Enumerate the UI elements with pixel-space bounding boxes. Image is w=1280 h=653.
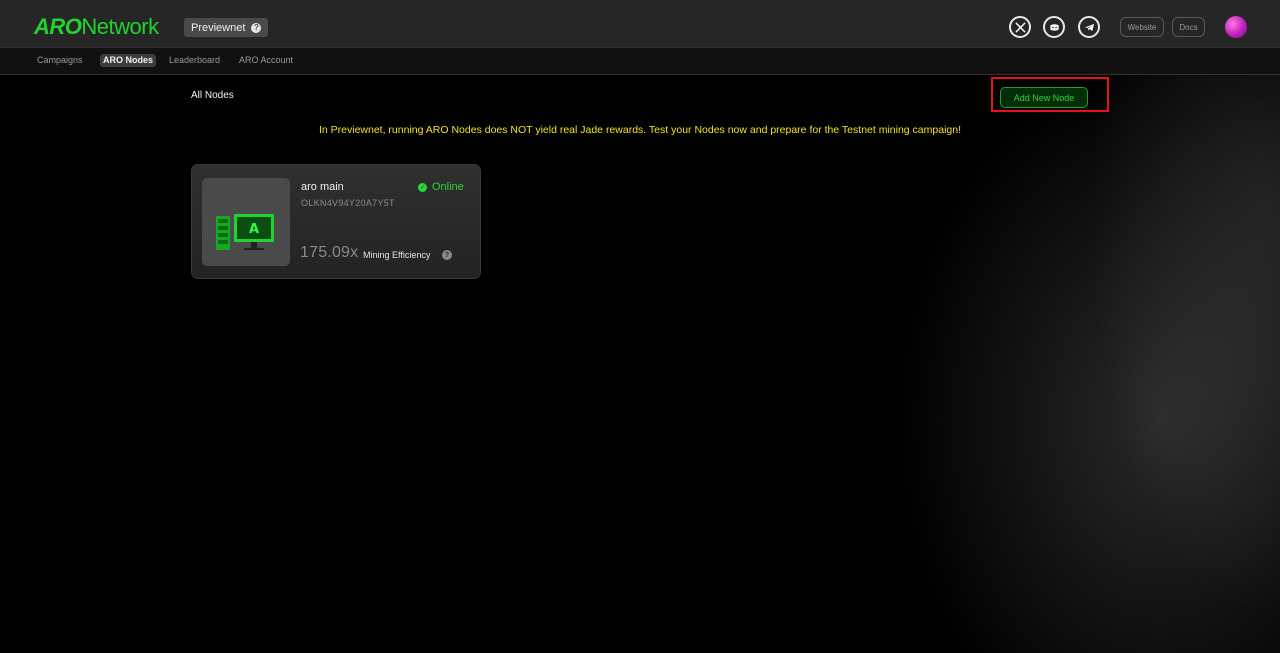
docs-button[interactable]: Docs: [1172, 17, 1205, 37]
website-button[interactable]: Website: [1120, 17, 1164, 37]
telegram-icon[interactable]: [1078, 16, 1100, 38]
logo-network: Network: [81, 14, 159, 39]
page-title: All Nodes: [191, 90, 234, 101]
node-status: ✓ Online: [418, 181, 464, 193]
info-icon[interactable]: ?: [442, 250, 452, 260]
tab-leaderboard[interactable]: Leaderboard: [166, 54, 223, 67]
sub-nav: Campaigns ARO Nodes Leaderboard ARO Acco…: [0, 48, 1280, 75]
help-icon: ?: [251, 22, 262, 33]
node-computer-icon: A: [216, 214, 274, 250]
env-badge[interactable]: Previewnet ?: [184, 18, 269, 37]
notice-text: In Previewnet, running ARO Nodes does NO…: [318, 124, 961, 136]
x-icon[interactable]: [1009, 16, 1031, 38]
avatar[interactable]: [1225, 16, 1247, 38]
mining-efficiency-label: Mining Efficiency: [363, 250, 431, 260]
add-new-node-button[interactable]: Add New Node: [1000, 87, 1088, 108]
top-header: ARONetwork Previewnet ? Website Docs: [0, 0, 1280, 48]
app-page: ARONetwork Previewnet ? Website Docs Cam…: [0, 0, 1280, 653]
tab-aro-account[interactable]: ARO Account: [236, 54, 296, 67]
logo-aro: ARO: [34, 14, 82, 39]
check-icon: ✓: [418, 182, 427, 192]
previewnet-notice: In Previewnet, running ARO Nodes does NO…: [0, 124, 1280, 136]
tab-campaigns[interactable]: Campaigns: [34, 54, 86, 67]
node-name: aro main: [301, 181, 344, 193]
node-thumbnail: A: [202, 178, 290, 266]
aro-network-logo[interactable]: ARONetwork: [34, 15, 159, 39]
tab-aro-nodes[interactable]: ARO Nodes: [100, 54, 157, 67]
env-badge-label: Previewnet: [191, 21, 246, 34]
node-id: OLKN4V94Y20A7Y5T: [301, 198, 395, 208]
node-thumb-letter: A: [249, 222, 259, 237]
discord-icon[interactable]: [1043, 16, 1065, 38]
node-card[interactable]: A aro main OLKN4V94Y20A7Y5T ✓ Online 175…: [191, 164, 481, 279]
mining-efficiency-value: 175.09x: [300, 244, 359, 261]
status-label: Online: [432, 181, 464, 193]
